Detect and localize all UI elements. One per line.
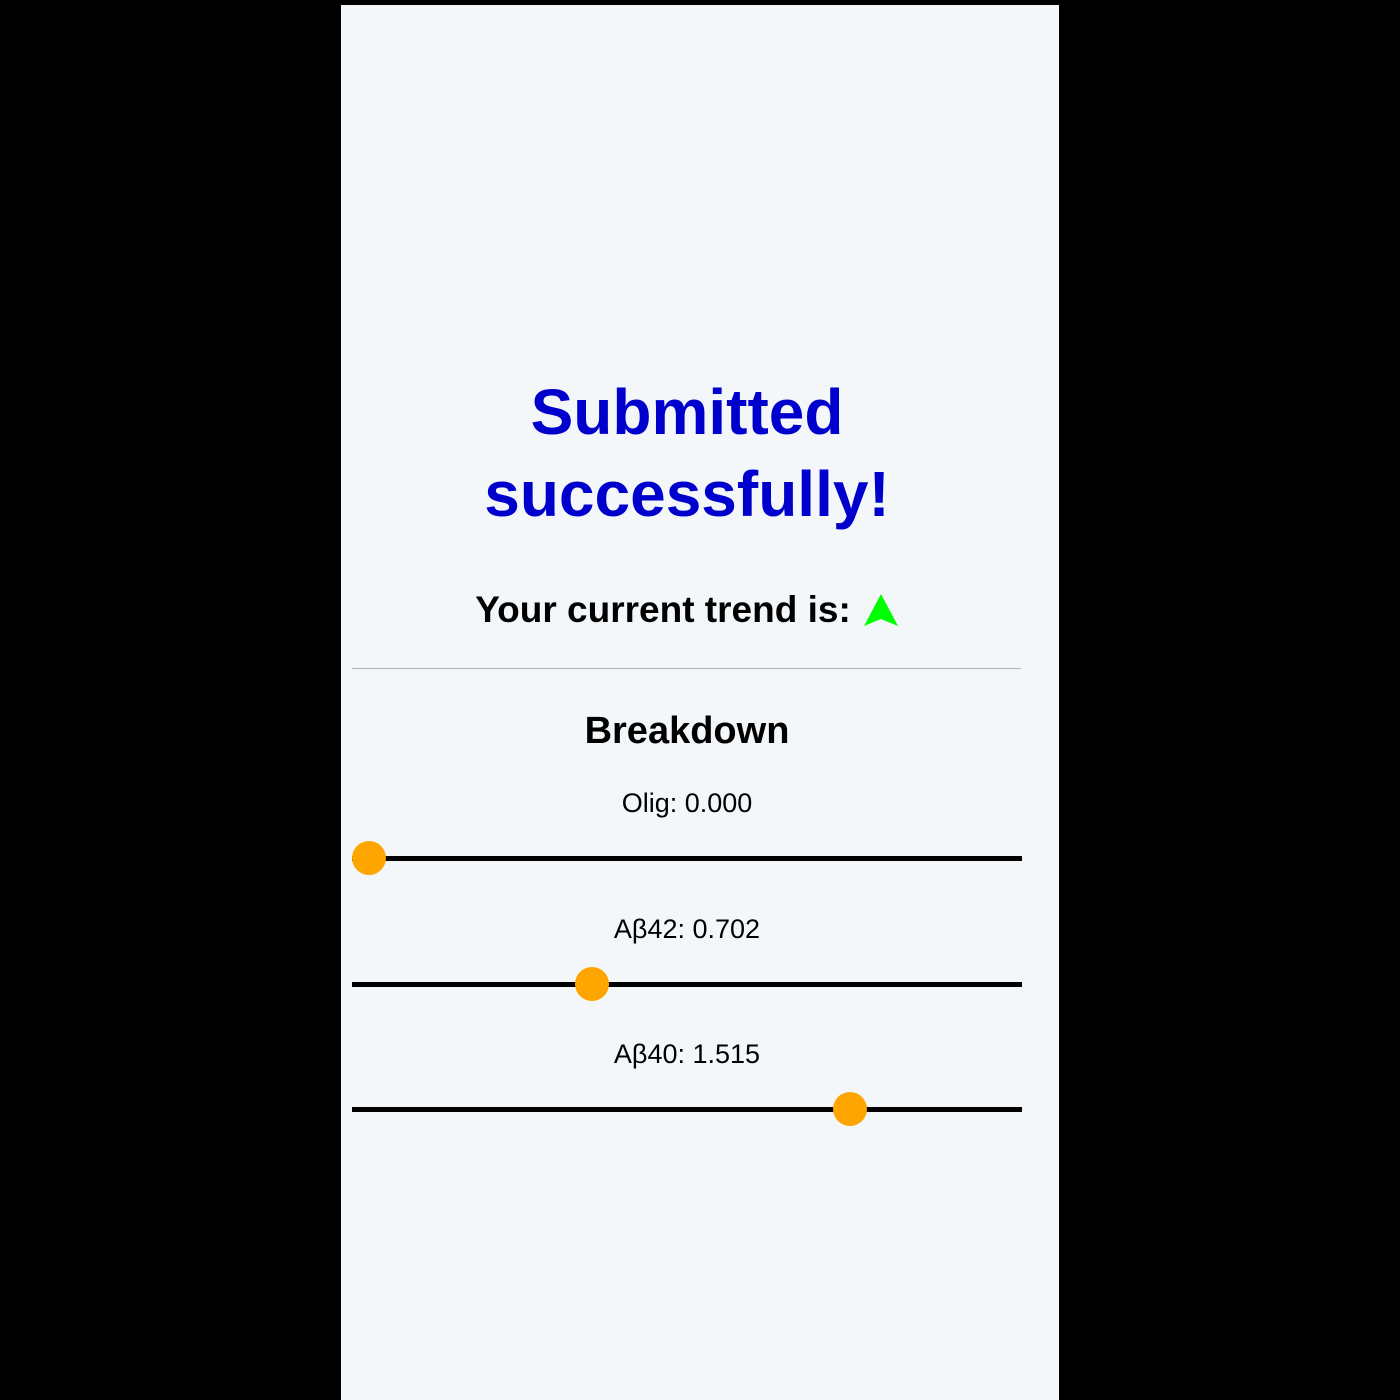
- metric-label-abeta40: Aβ40: 1.515: [613, 1039, 761, 1069]
- slider-thumb[interactable]: [352, 841, 386, 875]
- slider-track: [352, 856, 1022, 861]
- slider-track: [352, 1107, 1022, 1112]
- metric-label-olig: Olig: 0.000: [621, 788, 753, 818]
- breakdown-heading: Breakdown: [584, 710, 790, 752]
- trend-row: Your current trend is:: [341, 587, 1033, 633]
- abeta40-slider[interactable]: [352, 1092, 1022, 1126]
- slider-thumb[interactable]: [574, 967, 609, 1001]
- trend-label: Your current trend is:: [475, 589, 851, 630]
- slider-thumb[interactable]: [832, 1092, 867, 1126]
- up-arrow-icon: [863, 594, 898, 626]
- metric-label-abeta42: Aβ42: 0.702: [613, 914, 761, 944]
- slider-track: [352, 982, 1022, 987]
- abeta42-slider[interactable]: [352, 967, 1022, 1001]
- page-title: Submitted successfully!: [484, 376, 890, 530]
- success-screen: Submitted successfully! Your current tre…: [341, 5, 1059, 1400]
- divider: [352, 668, 1021, 669]
- olig-slider[interactable]: [352, 841, 1022, 875]
